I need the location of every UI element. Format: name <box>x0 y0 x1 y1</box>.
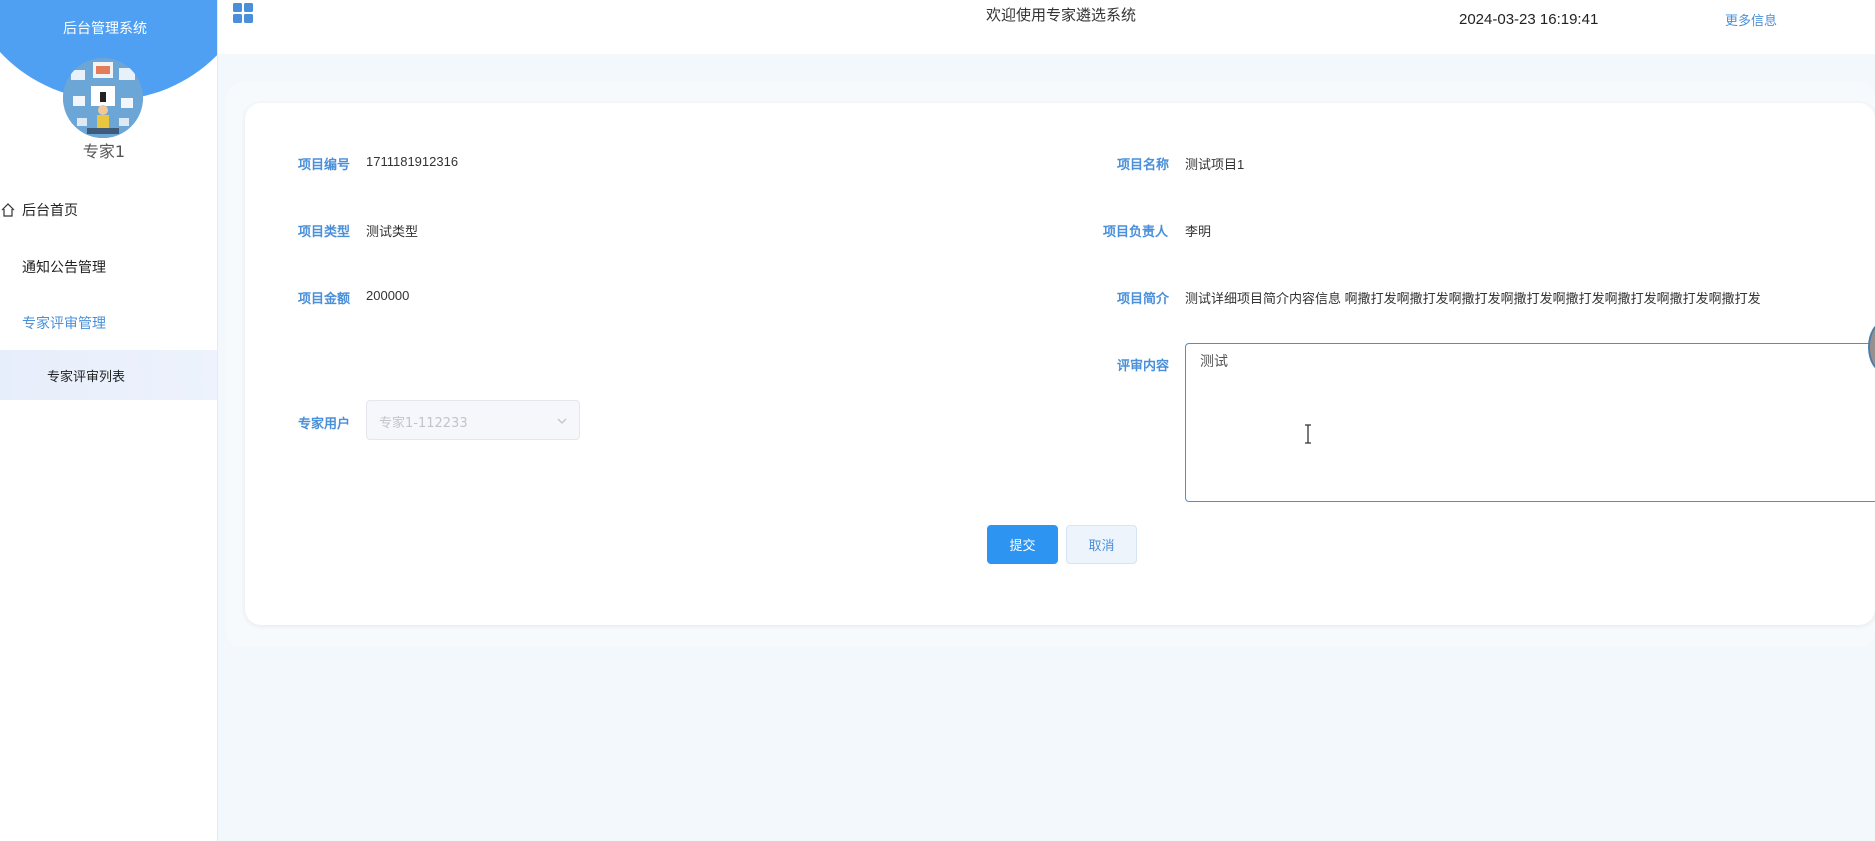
current-datetime: 2024-03-23 16:19:41 <box>1459 11 1599 28</box>
top-bar: 欢迎使用专家遴选系统 2024-03-23 16:19:41 更多信息 <box>218 0 1875 54</box>
sidebar-item-review[interactable]: 专家评审管理 <box>22 313 106 333</box>
project-type-value: 测试类型 <box>366 224 419 239</box>
project-name-label: 项目名称 <box>1117 158 1170 173</box>
submit-button[interactable]: 提交 <box>987 525 1058 564</box>
project-leader-value: 李明 <box>1185 224 1212 239</box>
project-type-label: 项目类型 <box>298 225 351 240</box>
sidebar-item-label: 专家评审列表 <box>47 370 126 385</box>
user-name: 专家1 <box>82 142 126 161</box>
sidebar-item-review-list[interactable]: 专家评审列表 <box>0 350 217 400</box>
project-no-value: 1711181912316 <box>366 154 459 169</box>
expert-user-select[interactable]: 专家1-112233 <box>366 400 580 440</box>
project-intro-label: 项目简介 <box>1117 292 1170 307</box>
system-title: 后台管理系统 <box>63 21 147 37</box>
project-leader-label: 项目负责人 <box>1103 225 1169 240</box>
project-no-label: 项目编号 <box>298 158 351 173</box>
sidebar-item-label: 后台首页 <box>22 203 78 219</box>
expert-user-selected-value: 专家1-112233 <box>379 416 468 431</box>
sidebar-item-notice[interactable]: 通知公告管理 <box>22 257 106 277</box>
project-amount-label: 项目金额 <box>298 292 351 307</box>
project-intro-value: 测试详细项目简介内容信息 啊撒打发啊撒打发啊撒打发啊撒打发啊撒打发啊撒打发啊撒打… <box>1185 291 1761 306</box>
chevron-down-icon <box>557 418 567 424</box>
project-name-value: 测试项目1 <box>1185 157 1245 172</box>
expert-user-label: 专家用户 <box>298 417 351 432</box>
project-amount-value: 200000 <box>366 288 410 303</box>
review-content-textarea[interactable] <box>1185 343 1875 502</box>
review-content-label: 评审内容 <box>1117 359 1170 374</box>
sidebar-item-home[interactable]: 后台首页 <box>0 200 78 220</box>
grid-menu-icon[interactable] <box>232 2 254 24</box>
home-icon <box>1 203 15 217</box>
text-cursor-icon <box>1305 424 1311 444</box>
more-info-link[interactable]: 更多信息 <box>1725 10 1777 29</box>
welcome-title: 欢迎使用专家遴选系统 <box>986 6 1137 24</box>
avatar <box>63 58 143 138</box>
avatar-illustration-icon <box>63 58 143 138</box>
cancel-button[interactable]: 取消 <box>1066 525 1137 564</box>
sidebar: 后台管理系统 专家1 后台首页 通知公告管理 专家评审管理 专家评审列表 <box>0 0 218 841</box>
